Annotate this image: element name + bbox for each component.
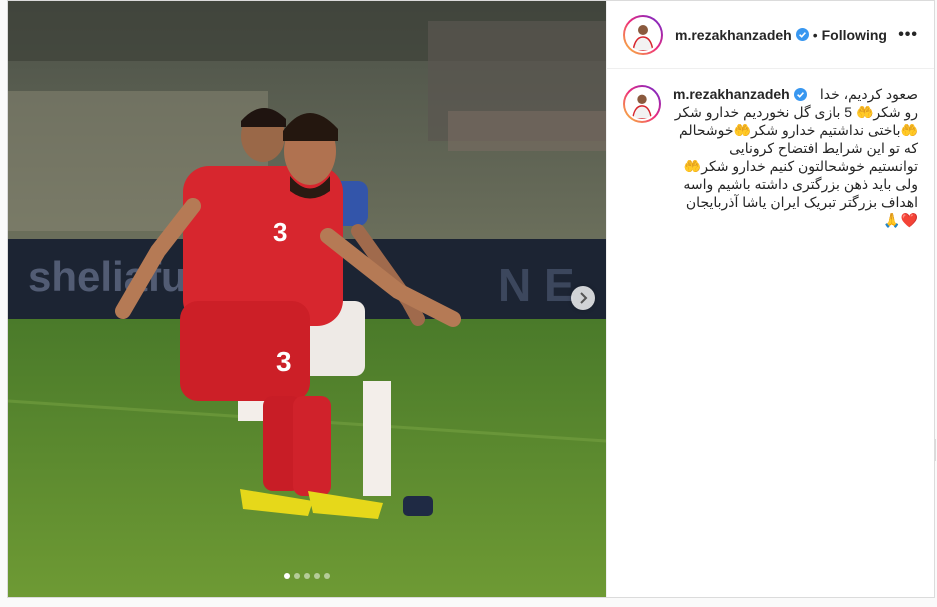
svg-text:sheliafu: sheliafu <box>28 253 187 300</box>
caption-line: صعود کردیم، خدا <box>819 86 918 102</box>
svg-text:3: 3 <box>276 346 292 377</box>
caption-line: ولی باید ذهن بزرگتری داشته باشیم واسه <box>683 176 918 192</box>
caption-comment: m.rezakhanzadeh صعود کردیم، خدا رو شکر🤲 … <box>607 69 934 229</box>
divider <box>935 439 936 461</box>
caption-line: رو شکر🤲 5 بازی گل نخوردیم خدارو شکر <box>674 104 918 120</box>
carousel-dot <box>294 573 300 579</box>
carousel-dot <box>304 573 310 579</box>
profile-photo <box>627 18 659 51</box>
carousel-dot <box>284 573 290 579</box>
post-photo: sheliafu N E 3 3 <box>8 1 606 597</box>
caption-line: اهداف بزرگتر تبریک ایران یاشا آذربایجان <box>685 194 918 210</box>
caption-line: ❤️🙏 <box>883 212 918 228</box>
carousel-dot <box>324 573 330 579</box>
caption-username[interactable]: m.rezakhanzadeh <box>673 85 790 103</box>
caption-line: 🤲باختی نداشتیم خدارو شکر🤲خوشحالم <box>679 122 918 138</box>
carousel-next-button[interactable] <box>571 286 595 310</box>
post-header: m.rezakhanzadeh • Following ••• <box>607 1 934 69</box>
separator-dot: • <box>812 26 818 43</box>
post-username[interactable]: m.rezakhanzadeh <box>675 27 792 43</box>
verified-badge-icon <box>795 28 809 41</box>
post-media[interactable]: sheliafu N E 3 3 <box>8 1 606 597</box>
caption-body: m.rezakhanzadeh صعود کردیم، خدا رو شکر🤲 … <box>673 85 918 229</box>
following-button[interactable]: Following <box>822 27 887 43</box>
post-dialog: sheliafu N E 3 3 m.rezakhanzadeh • Follo… <box>7 0 936 598</box>
svg-text:3: 3 <box>273 217 287 247</box>
caption-line: که تو این شرایط افتضاح کرونایی <box>729 140 918 156</box>
caption-line: توانستیم خوشحالتون کنیم خدارو شکر🤲 <box>683 158 918 174</box>
avatar[interactable] <box>623 14 663 55</box>
carousel-indicator <box>8 573 606 579</box>
post-sidebar: m.rezakhanzadeh • Following ••• m.rezakh… <box>606 1 936 597</box>
svg-text:N E: N E <box>498 259 575 311</box>
verified-badge-icon <box>793 87 807 101</box>
more-options-icon[interactable]: ••• <box>898 26 918 44</box>
carousel-dot <box>314 573 320 579</box>
profile-photo <box>627 89 657 119</box>
chevron-right-icon <box>580 292 588 304</box>
caption-avatar[interactable] <box>623 85 661 123</box>
